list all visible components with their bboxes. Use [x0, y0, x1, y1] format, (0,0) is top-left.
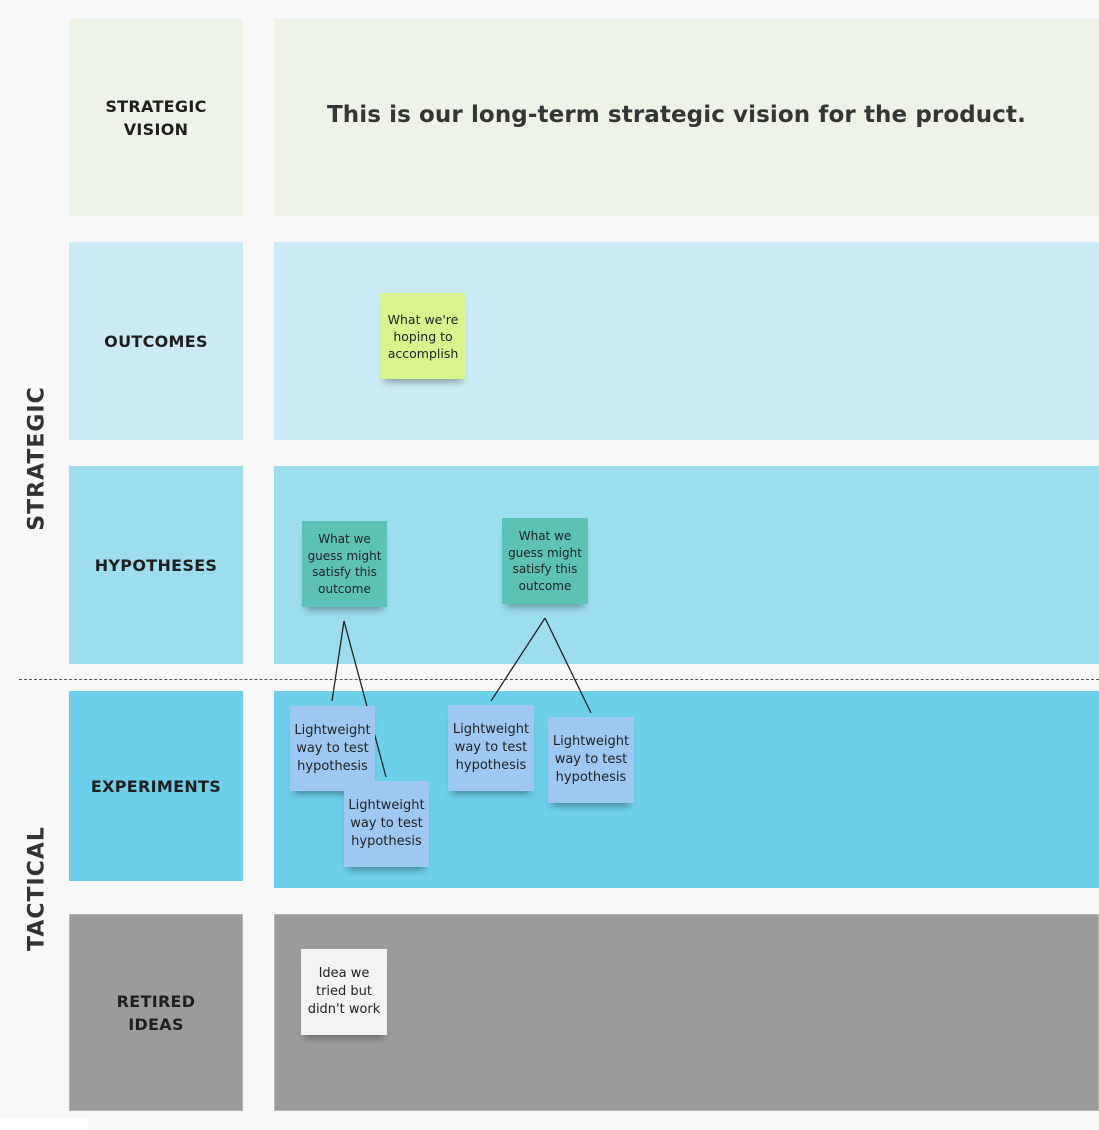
vision-statement[interactable]: This is our long-term strategic vision f… [327, 102, 1026, 128]
canvas-corner [0, 1118, 88, 1130]
hypothesis-sticky-note-2[interactable]: What we guess might satisfy this outcome [502, 518, 588, 604]
experiment-sticky-note-2[interactable]: Lightweight way to test hypothesis [344, 781, 429, 867]
retired-ideas-area[interactable] [274, 914, 1099, 1111]
tactical-side-label: TACTICAL [24, 826, 50, 951]
retired-ideas-label: RETIRED IDEAS [116, 991, 196, 1034]
outcomes-label-cell: OUTCOMES [69, 242, 243, 440]
outcome-sticky-note[interactable]: What we're hoping to accomplish [380, 293, 466, 379]
hypotheses-area[interactable] [274, 466, 1099, 664]
experiment-sticky-note-4[interactable]: Lightweight way to test hypothesis [548, 717, 634, 803]
retired-idea-sticky-note[interactable]: Idea we tried but didn't work [301, 949, 387, 1035]
strategic-vision-label: STRATEGIC VISION [105, 96, 207, 139]
retired-ideas-label-cell: RETIRED IDEAS [69, 914, 243, 1111]
strategic-vision-label-cell: STRATEGIC VISION [69, 19, 243, 216]
experiment-sticky-note-3[interactable]: Lightweight way to test hypothesis [448, 705, 534, 791]
experiments-label: EXPERIMENTS [90, 776, 222, 796]
strategic-vision-area[interactable]: This is our long-term strategic vision f… [274, 19, 1099, 216]
strategic-tactical-divider [19, 679, 1099, 680]
experiments-label-cell: EXPERIMENTS [69, 691, 243, 881]
outcomes-label: OUTCOMES [104, 331, 208, 351]
hypotheses-label-cell: HYPOTHESES [69, 466, 243, 664]
hypothesis-sticky-note-1[interactable]: What we guess might satisfy this outcome [302, 521, 387, 607]
experiment-sticky-note-1[interactable]: Lightweight way to test hypothesis [290, 706, 375, 791]
hypotheses-label: HYPOTHESES [94, 555, 218, 575]
strategic-side-label: STRATEGIC [24, 386, 50, 531]
